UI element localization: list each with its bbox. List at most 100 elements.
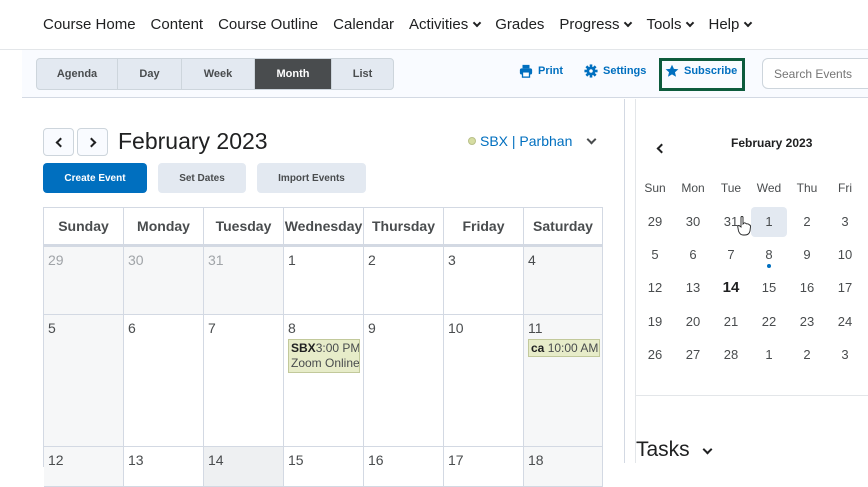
- prev-month-button[interactable]: [43, 128, 74, 156]
- mini-day-selected[interactable]: 1: [751, 207, 787, 237]
- tab-month[interactable]: Month: [255, 59, 332, 89]
- mini-day[interactable]: 22: [751, 307, 787, 337]
- event-title-chip[interactable]: Zoom Online: [288, 355, 360, 373]
- search-events-input[interactable]: [762, 58, 868, 89]
- nav-label: Content: [150, 16, 204, 33]
- nav-tools[interactable]: Tools: [646, 16, 695, 33]
- view-switcher: Agenda Day Week Month List: [36, 58, 394, 90]
- mini-day[interactable]: 1: [751, 340, 787, 370]
- course-nav-bar: Course Home Content Course Outline Calen…: [0, 0, 868, 50]
- mini-day[interactable]: 3: [827, 207, 863, 237]
- next-month-button[interactable]: [77, 128, 108, 156]
- mini-day[interactable]: 24: [827, 307, 863, 337]
- day-cell[interactable]: 11 ca 10:00 AM: [524, 315, 603, 447]
- subscribe-button[interactable]: Subscribe: [665, 64, 737, 78]
- mini-prev-month-button[interactable]: [656, 143, 667, 154]
- mini-day[interactable]: 27: [675, 340, 711, 370]
- calendar-selector[interactable]: SBX | Parbhan: [468, 133, 597, 149]
- day-number: 13: [128, 452, 144, 468]
- day-cell[interactable]: 10: [444, 315, 524, 447]
- set-dates-button[interactable]: Set Dates: [158, 163, 246, 193]
- mini-day[interactable]: 10: [827, 240, 863, 270]
- mini-day[interactable]: 26: [637, 340, 673, 370]
- nav-content[interactable]: Content: [151, 16, 204, 33]
- nav-help[interactable]: Help: [708, 16, 753, 33]
- nav-label: Grades: [495, 16, 545, 33]
- tab-list[interactable]: List: [332, 59, 393, 89]
- mini-day[interactable]: 17: [827, 273, 863, 303]
- mini-weekday: Wed: [756, 181, 782, 195]
- day-cell[interactable]: 31: [204, 247, 284, 315]
- event-chip[interactable]: ca 10:00 AM: [528, 339, 600, 357]
- mini-day[interactable]: 29: [637, 207, 673, 237]
- mini-weekday: Sun: [644, 181, 666, 195]
- day-cell[interactable]: 6: [124, 315, 204, 447]
- nav-course-outline[interactable]: Course Outline: [218, 16, 318, 33]
- mini-calendar-title: February 2023: [731, 136, 813, 150]
- mini-day[interactable]: 5: [637, 240, 673, 270]
- mini-day[interactable]: 20: [675, 307, 711, 337]
- mini-day[interactable]: 7: [713, 240, 749, 270]
- nav-grades[interactable]: Grades: [495, 16, 544, 33]
- day-cell[interactable]: 30: [124, 247, 204, 315]
- mini-day[interactable]: 28: [713, 340, 749, 370]
- day-number: 16: [368, 452, 384, 468]
- day-number: 9: [368, 320, 376, 336]
- day-cell[interactable]: 7: [204, 315, 284, 447]
- day-cell[interactable]: 12: [44, 447, 124, 487]
- nav-calendar[interactable]: Calendar: [333, 16, 394, 33]
- mini-day[interactable]: 15: [751, 273, 787, 303]
- mini-day[interactable]: 21: [713, 307, 749, 337]
- settings-button[interactable]: Settings: [584, 64, 646, 78]
- nav-progress[interactable]: Progress: [559, 16, 633, 33]
- chevron-left-icon: [55, 137, 65, 147]
- day-cell[interactable]: 15: [284, 447, 364, 487]
- day-cell-today[interactable]: 14: [204, 447, 284, 487]
- weekday-header: Sunday: [44, 208, 124, 247]
- day-cell[interactable]: 9: [364, 315, 444, 447]
- day-cell[interactable]: 2: [364, 247, 444, 315]
- chevron-down-icon: [744, 18, 753, 27]
- day-cell[interactable]: 13: [124, 447, 204, 487]
- mini-day[interactable]: 2: [789, 340, 825, 370]
- nav-label: Progress: [559, 16, 620, 33]
- tasks-header[interactable]: Tasks: [636, 438, 713, 462]
- day-cell[interactable]: 4: [524, 247, 603, 315]
- mini-day[interactable]: 9: [789, 240, 825, 270]
- day-cell[interactable]: 5: [44, 315, 124, 447]
- day-number: 7: [208, 320, 216, 336]
- print-button[interactable]: Print: [519, 64, 563, 78]
- mini-day[interactable]: 12: [637, 273, 673, 303]
- subscribe-label: Subscribe: [684, 65, 738, 77]
- mini-day[interactable]: 6: [675, 240, 711, 270]
- nav-activities[interactable]: Activities: [409, 16, 482, 33]
- mini-day[interactable]: 2: [789, 207, 825, 237]
- day-number: 15: [288, 452, 304, 468]
- calendar-color-dot: [468, 137, 476, 145]
- nav-label: Activities: [409, 16, 469, 33]
- panel-divider[interactable]: [624, 99, 636, 463]
- mini-day[interactable]: 3: [827, 340, 863, 370]
- mini-day[interactable]: 19: [637, 307, 673, 337]
- tab-day[interactable]: Day: [118, 59, 182, 89]
- weekday-header: Wednesday: [284, 208, 364, 247]
- day-number: 18: [528, 452, 544, 468]
- tab-agenda[interactable]: Agenda: [37, 59, 118, 89]
- mini-day[interactable]: 13: [675, 273, 711, 303]
- tab-week[interactable]: Week: [182, 59, 255, 89]
- day-cell[interactable]: 17: [444, 447, 524, 487]
- day-cell[interactable]: 1: [284, 247, 364, 315]
- calendar-main: February 2023 SBX | Parbhan Create Event…: [22, 99, 624, 487]
- nav-course-home[interactable]: Course Home: [43, 16, 136, 33]
- mini-day[interactable]: 16: [789, 273, 825, 303]
- day-cell[interactable]: 8 SBX3:00 PM Zoom Online: [284, 315, 364, 447]
- day-cell[interactable]: 18: [524, 447, 603, 487]
- day-cell[interactable]: 16: [364, 447, 444, 487]
- mini-day-today[interactable]: 14: [713, 273, 749, 303]
- day-cell[interactable]: 29: [44, 247, 124, 315]
- import-events-button[interactable]: Import Events: [257, 163, 366, 193]
- day-cell[interactable]: 3: [444, 247, 524, 315]
- mini-day[interactable]: 23: [789, 307, 825, 337]
- create-event-button[interactable]: Create Event: [43, 163, 147, 193]
- mini-day[interactable]: 30: [675, 207, 711, 237]
